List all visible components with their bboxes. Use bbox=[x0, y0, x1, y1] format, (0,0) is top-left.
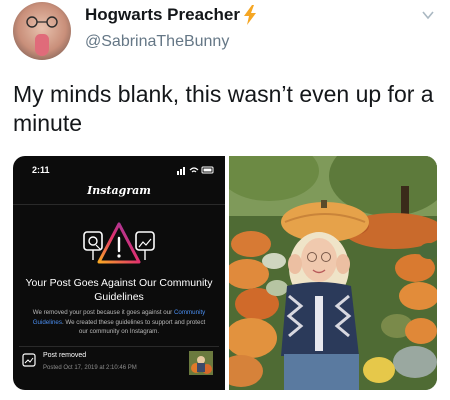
bolt-icon bbox=[244, 5, 256, 25]
body-text: We removed your post because it goes aga… bbox=[32, 309, 174, 316]
warning-icon bbox=[83, 222, 155, 264]
status-time: 2:11 bbox=[32, 165, 50, 175]
instagram-logo: Instagram bbox=[87, 184, 151, 197]
divider bbox=[19, 346, 219, 347]
post-removed-date: Posted Oct 17, 2019 at 2:10:46 PM bbox=[43, 365, 137, 371]
divider bbox=[13, 204, 225, 205]
tweet-text: My minds blank, this wasn’t even up for … bbox=[13, 81, 434, 136]
display-name[interactable]: Hogwarts Preacher bbox=[85, 5, 240, 25]
image-icon bbox=[22, 353, 36, 367]
body-text: . We created these guidelines to support… bbox=[61, 318, 206, 336]
tongue-graphic bbox=[35, 34, 49, 56]
status-icons bbox=[177, 166, 214, 175]
post-removed-title[interactable]: Post removed bbox=[43, 352, 86, 359]
pumpkin-photo bbox=[229, 156, 437, 390]
chevron-down-icon[interactable] bbox=[421, 8, 435, 22]
removal-heading: Your Post Goes Against Our Community Gui… bbox=[25, 277, 213, 303]
tweet: Hogwarts Preacher @SabrinaTheBunny My mi… bbox=[0, 0, 450, 400]
media-screenshot[interactable]: 2:11 Instagram Your Post Goes Against Ou… bbox=[13, 156, 225, 390]
avatar[interactable] bbox=[13, 2, 71, 60]
handle[interactable]: @SabrinaTheBunny bbox=[85, 33, 229, 51]
media-photo[interactable] bbox=[229, 156, 437, 390]
removal-body: We removed your post because it goes aga… bbox=[29, 308, 209, 337]
post-thumbnail[interactable] bbox=[189, 351, 213, 375]
glasses-icon bbox=[26, 16, 58, 28]
